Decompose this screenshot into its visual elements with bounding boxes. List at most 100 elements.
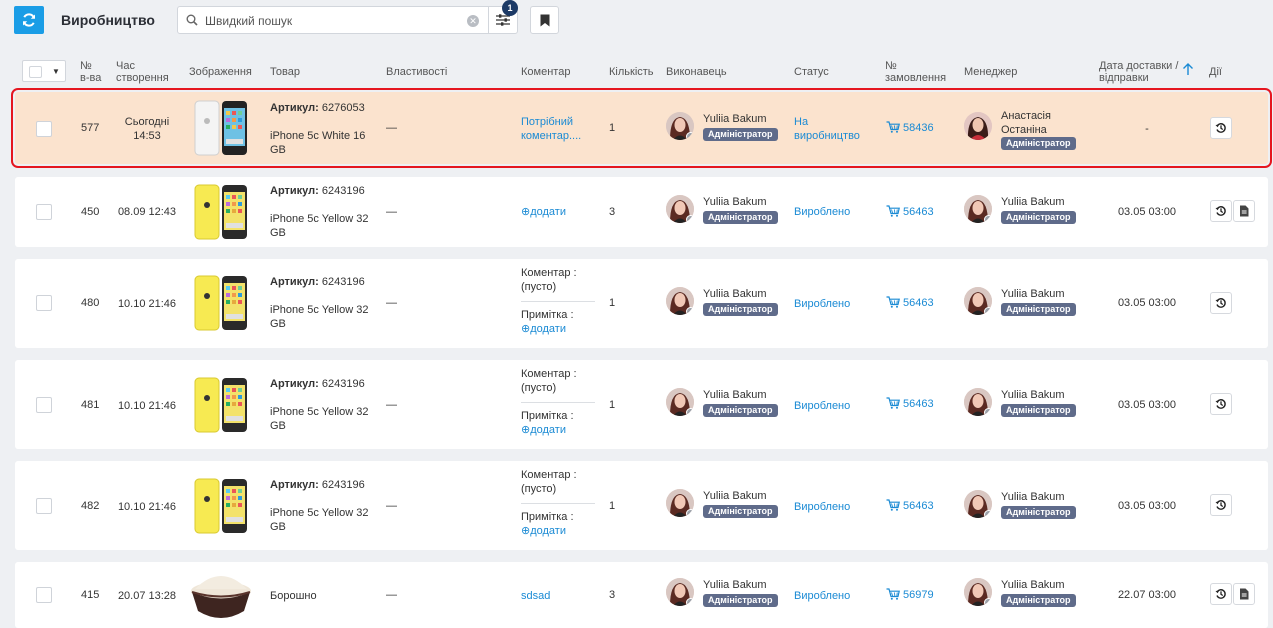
order-number: 56979 — [903, 589, 934, 601]
comment-label: Коментар : — [521, 368, 577, 380]
product-cell: Артикул: 6243196 iPhone 5c Yellow 32 GB — [270, 377, 370, 433]
properties-value: — — [386, 500, 397, 512]
status-link[interactable]: Вироблено — [794, 205, 850, 219]
role-badge: Адміністратор — [1001, 506, 1076, 519]
avatar — [666, 489, 694, 517]
comment-link[interactable]: Потрібний коментар.... — [521, 115, 597, 143]
comment-link[interactable]: sdsad — [521, 589, 597, 603]
history-button[interactable] — [1210, 494, 1232, 516]
row-checkbox[interactable] — [36, 498, 52, 514]
comment-label: Коментар : — [521, 267, 577, 279]
search-input[interactable] — [205, 12, 460, 29]
refresh-button[interactable] — [14, 6, 44, 34]
performer-name: Yuliia Bakum — [703, 196, 767, 208]
table-row[interactable]: 481 10.10 21:46 Артикул: 6243196 iPhone … — [15, 360, 1268, 449]
col-header-delivery[interactable]: Дата доставки / відправки — [1099, 60, 1179, 84]
select-all-dropdown[interactable]: ▼ — [22, 60, 66, 82]
created-time: 10.10 21:46 — [117, 501, 177, 513]
product-name: iPhone 5c Yellow 32 GB — [270, 304, 369, 330]
row-checkbox[interactable] — [36, 587, 52, 603]
refresh-icon — [23, 13, 35, 27]
cart-icon — [886, 397, 900, 409]
filter-count-badge: 1 — [502, 0, 518, 16]
delivery-date: - — [1145, 123, 1149, 135]
col-header-status[interactable]: Статус — [794, 66, 829, 78]
performer-name: Yuliia Bakum — [703, 113, 767, 125]
product-name: iPhone 5c Yellow 32 GB — [270, 406, 369, 432]
product-image[interactable] — [193, 376, 249, 434]
table-row[interactable]: 480 10.10 21:46 Артикул: 6243196 iPhone … — [15, 259, 1268, 348]
history-icon — [1215, 297, 1227, 309]
comment-cell: Коментар : (пусто) Примітка : ⊕додати — [521, 367, 597, 437]
col-header-manager[interactable]: Менеджер — [964, 66, 1017, 78]
history-button[interactable] — [1210, 117, 1232, 139]
row-checkbox[interactable] — [36, 397, 52, 413]
product-image[interactable] — [193, 183, 249, 241]
history-button[interactable] — [1210, 583, 1232, 605]
bookmark-button[interactable] — [530, 6, 559, 34]
col-header-num[interactable]: № в-ва — [80, 60, 104, 84]
status-link[interactable]: На виробництво — [794, 115, 864, 143]
document-icon — [1238, 205, 1250, 217]
col-header-product[interactable]: Товар — [270, 66, 300, 78]
document-icon — [1238, 588, 1250, 600]
product-image[interactable] — [189, 567, 253, 625]
history-button[interactable] — [1210, 393, 1232, 415]
order-link[interactable]: 56463 — [886, 397, 934, 410]
product-image[interactable] — [193, 274, 249, 332]
status-link[interactable]: Вироблено — [794, 399, 850, 413]
col-header-order[interactable]: № замовлення — [885, 60, 947, 84]
history-button[interactable] — [1210, 200, 1232, 222]
avatar — [964, 578, 992, 606]
note-label: Примітка : — [521, 410, 574, 422]
order-link[interactable]: 56463 — [886, 499, 934, 512]
status-dot — [984, 215, 992, 223]
document-button[interactable] — [1233, 200, 1255, 222]
order-link[interactable]: 56979 — [886, 588, 934, 601]
status-link[interactable]: Вироблено — [794, 297, 850, 311]
product-name: iPhone 5c Yellow 32 GB — [270, 213, 369, 239]
row-number: 480 — [81, 297, 100, 309]
table-row[interactable]: 482 10.10 21:46 Артикул: 6243196 iPhone … — [15, 461, 1268, 550]
order-link[interactable]: 56463 — [886, 296, 934, 309]
document-button[interactable] — [1233, 583, 1255, 605]
product-image[interactable] — [193, 477, 249, 535]
avatar — [964, 195, 992, 223]
performer-name: Yuliia Bakum — [703, 579, 767, 591]
clear-search-icon[interactable]: ✕ — [467, 15, 479, 27]
role-badge: Адміністратор — [703, 303, 778, 316]
order-number: 56463 — [903, 297, 934, 309]
col-header-created[interactable]: Час створення — [116, 60, 174, 84]
status-link[interactable]: Вироблено — [794, 500, 850, 514]
performer-name: Yuliia Bakum — [703, 389, 767, 401]
row-checkbox[interactable] — [36, 121, 52, 137]
divider — [521, 402, 595, 403]
avatar — [964, 287, 992, 315]
add-note-link[interactable]: ⊕додати — [521, 423, 597, 437]
sort-ascending-icon[interactable] — [1182, 63, 1194, 76]
status-dot — [686, 598, 694, 606]
status-link[interactable]: Вироблено — [794, 589, 850, 603]
col-header-qty[interactable]: Кількість — [609, 66, 654, 78]
history-button[interactable] — [1210, 292, 1232, 314]
add-note-link[interactable]: ⊕додати — [521, 524, 597, 538]
add-note-link[interactable]: ⊕додати — [521, 322, 597, 336]
add-comment-link[interactable]: ⊕додати — [521, 205, 597, 219]
article-label: Артикул: — [270, 185, 319, 197]
row-checkbox[interactable] — [36, 295, 52, 311]
table-row[interactable]: 450 08.09 12:43 Артикул: 6243196 iPhone … — [15, 177, 1268, 247]
order-number: 56463 — [903, 500, 934, 512]
table-row[interactable]: 577 Сьогодні 14:53 Артикул: 6276053 iPho… — [11, 88, 1272, 168]
col-header-performer[interactable]: Виконавець — [666, 66, 727, 78]
table-row[interactable]: 415 20.07 13:28 Борошно — sdsad 3 Yuliia… — [15, 562, 1268, 628]
article-value: 6243196 — [321, 185, 365, 197]
select-all-checkbox[interactable] — [29, 66, 42, 78]
manager-name: Yuliia Bakum — [1001, 288, 1065, 300]
row-checkbox[interactable] — [36, 204, 52, 220]
row-number: 450 — [81, 206, 100, 218]
role-badge: Адміністратор — [703, 404, 778, 417]
quantity: 1 — [609, 500, 616, 512]
product-image[interactable] — [193, 99, 249, 157]
order-link[interactable]: 56463 — [886, 205, 934, 218]
order-link[interactable]: 58436 — [886, 121, 934, 134]
